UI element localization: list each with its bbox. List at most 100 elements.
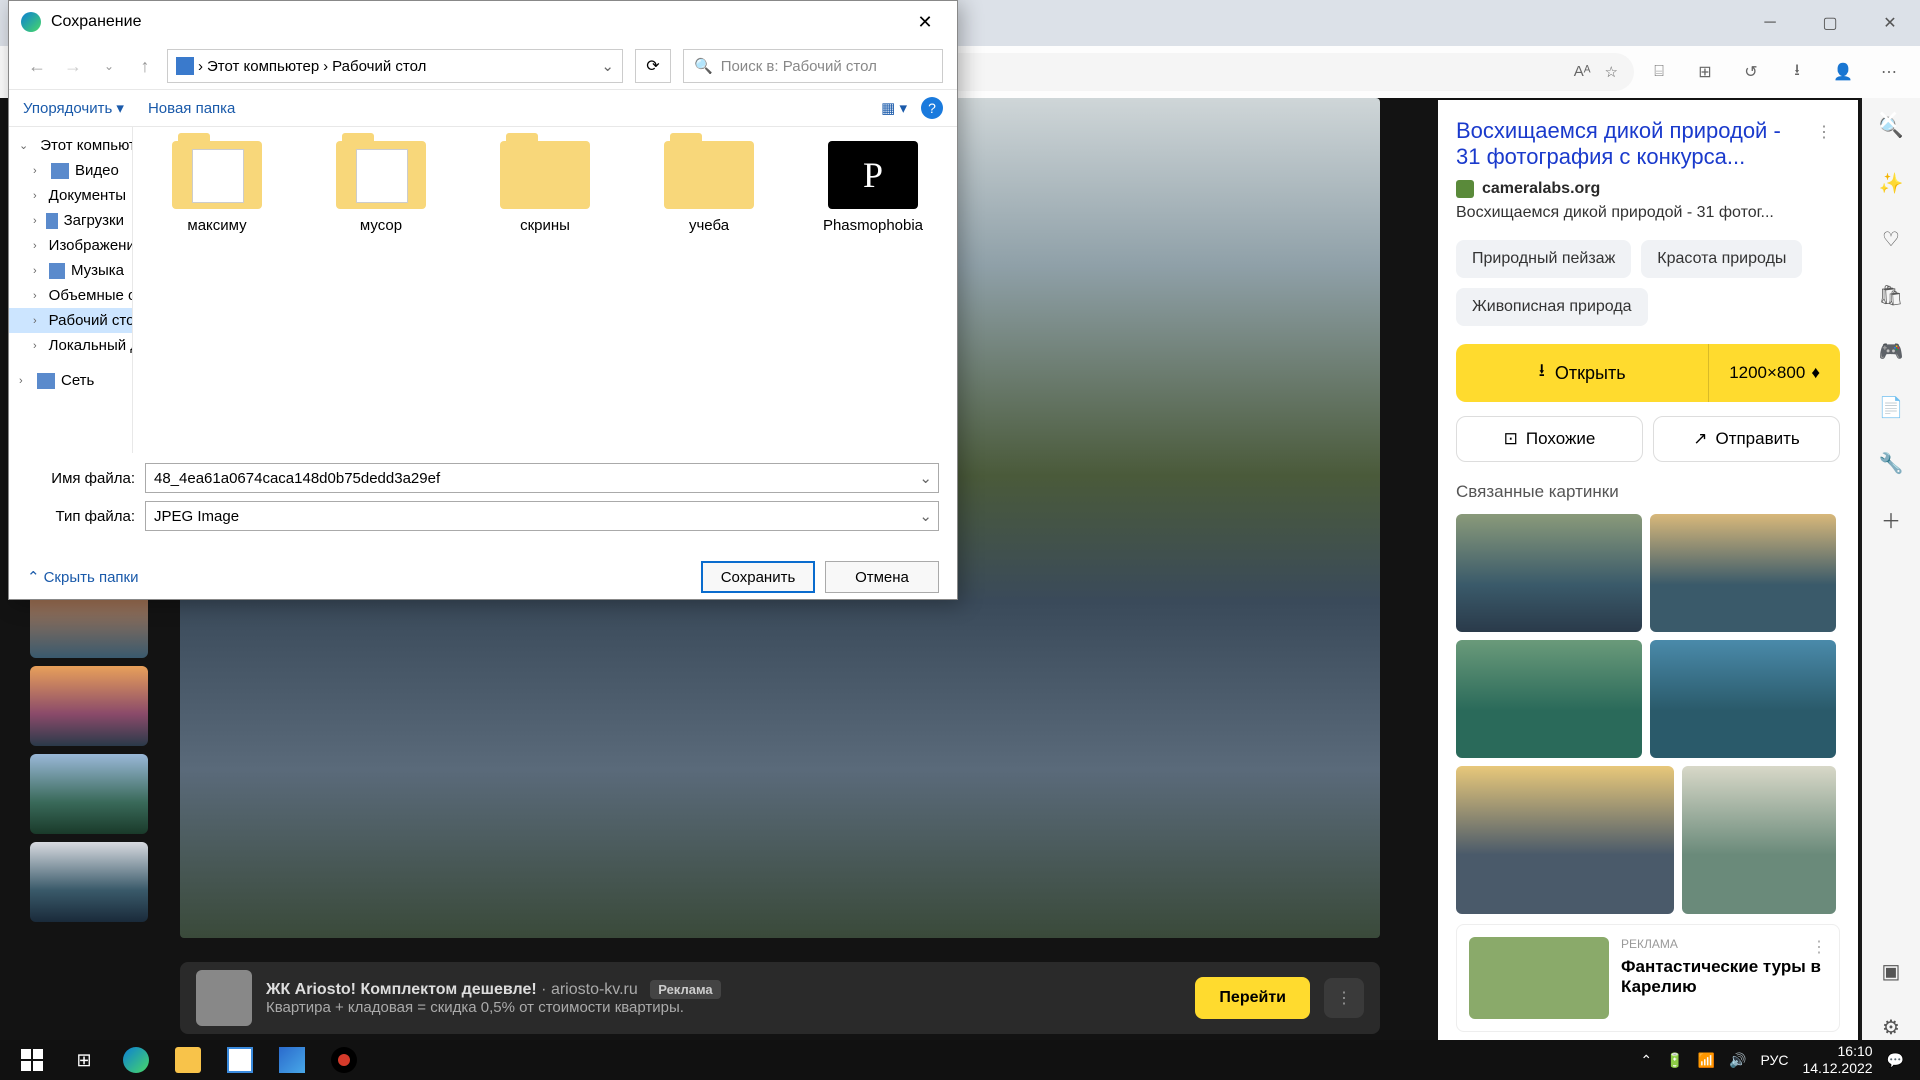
related-ad-card[interactable]: РЕКЛАМА ⋮ Фантастические туры в Карелию [1456, 924, 1840, 1032]
task-view-button[interactable]: ⊞ [58, 1040, 110, 1080]
taskbar-mail[interactable] [266, 1040, 318, 1080]
similar-button[interactable]: ⊡ Похожие [1456, 416, 1643, 462]
settings-icon[interactable]: ⚙ [1878, 1014, 1904, 1040]
size-selector[interactable]: 1200×800 ♦ [1708, 344, 1840, 402]
dialog-title: Сохранение [51, 13, 141, 31]
wifi-icon[interactable]: 📶 [1698, 1052, 1715, 1069]
folder-item[interactable]: Phasmophobia [803, 141, 943, 234]
close-panel-button[interactable]: ✕ [1877, 104, 1900, 137]
image-title[interactable]: Восхищаемся дикой природой - 31 фотограф… [1456, 118, 1808, 170]
profile-button[interactable]: 👤 [1822, 51, 1864, 93]
related-heading: Связанные картинки [1456, 482, 1840, 502]
tree-item[interactable]: ›Локальный дис [9, 333, 132, 358]
next-arrow-button[interactable]: › [1440, 518, 1480, 558]
tree-item-desktop[interactable]: ›Рабочий стол [9, 308, 132, 333]
tree-item-network[interactable]: ›Сеть [9, 368, 132, 393]
ad-label: РЕКЛАМА [1621, 937, 1678, 957]
collapse-icon[interactable]: ▣ [1878, 958, 1904, 984]
share-button[interactable]: ↗ Отправить [1653, 416, 1840, 462]
filetype-select[interactable]: JPEG Image⌄ [145, 501, 939, 531]
language-indicator[interactable]: РУС [1760, 1052, 1788, 1068]
folder-item[interactable]: учеба [639, 141, 779, 234]
taskbar-store[interactable] [214, 1040, 266, 1080]
forward-button[interactable]: → [59, 52, 87, 80]
discover-icon[interactable]: ✨ [1878, 170, 1904, 196]
favorites-button[interactable]: ⌸ [1638, 51, 1680, 93]
tree-item[interactable]: ›Документы [9, 183, 132, 208]
tree-item-computer[interactable]: ⌄Этот компьютер [9, 133, 132, 158]
recent-icon[interactable]: ⌄ [95, 52, 123, 80]
add-icon[interactable]: ＋ [1878, 506, 1904, 532]
minimize-button[interactable]: ─ [1740, 0, 1800, 46]
source-link[interactable]: cameralabs.org [1456, 180, 1840, 198]
taskbar-recorder[interactable] [318, 1040, 370, 1080]
tree-item[interactable]: ›Объемные объ [9, 283, 132, 308]
hide-folders-toggle[interactable]: ⌃ Скрыть папки [27, 568, 138, 586]
thumbnail[interactable] [30, 842, 148, 922]
read-aloud-icon[interactable]: Aᴬ [1574, 63, 1591, 81]
thumbnail[interactable] [30, 666, 148, 746]
image-description: Восхищаемся дикой природой - 31 фотог... [1456, 204, 1840, 222]
tag-chip[interactable]: Живописная природа [1456, 288, 1648, 326]
ad-menu-button[interactable]: ⋮ [1324, 978, 1364, 1018]
refresh-button[interactable]: ⟳ [635, 49, 671, 83]
filename-input[interactable]: 48_4ea61a0674caca148d0b75dedd3a29ef⌄ [145, 463, 939, 493]
chevron-down-icon[interactable]: ⌄ [919, 507, 932, 525]
menu-button[interactable]: ⋯ [1868, 51, 1910, 93]
tree-item[interactable]: ›Изображения [9, 233, 132, 258]
cancel-button[interactable]: Отмена [825, 561, 939, 593]
clock[interactable]: 16:10 14.12.2022 [1802, 1043, 1872, 1077]
panel-menu-icon[interactable]: ⋮ [1808, 118, 1840, 146]
related-thumb[interactable] [1650, 514, 1836, 632]
related-thumb[interactable] [1650, 640, 1836, 758]
battery-icon[interactable]: 🔋 [1666, 1052, 1683, 1069]
taskbar-edge[interactable] [110, 1040, 162, 1080]
open-button[interactable]: ⭳ Открыть [1456, 344, 1708, 402]
search-input[interactable]: 🔍 Поиск в: Рабочий стол [683, 49, 943, 83]
games-icon[interactable]: 🎮 [1878, 338, 1904, 364]
taskbar-explorer[interactable] [162, 1040, 214, 1080]
folder-item[interactable]: мусор [311, 141, 451, 234]
related-thumb[interactable] [1456, 514, 1642, 632]
favorites-icon[interactable]: ♡ [1878, 226, 1904, 252]
folder-item[interactable]: максиму [147, 141, 287, 234]
thumbnail[interactable] [30, 754, 148, 834]
collections-button[interactable]: ⊞ [1684, 51, 1726, 93]
related-thumb[interactable] [1682, 766, 1836, 914]
close-button[interactable]: ✕ [1860, 0, 1920, 46]
chevron-down-icon[interactable]: ⌄ [919, 469, 932, 487]
organize-menu[interactable]: Упорядочить ▾ [23, 99, 124, 117]
back-button[interactable]: ← [23, 52, 51, 80]
downloads-button[interactable]: ⭳ [1776, 51, 1818, 93]
chevron-down-icon[interactable]: ⌄ [601, 57, 614, 75]
start-button[interactable] [6, 1040, 58, 1080]
tools-icon[interactable]: 🔧 [1878, 450, 1904, 476]
ad-menu-icon[interactable]: ⋮ [1811, 937, 1827, 957]
maximize-button[interactable]: ▢ [1800, 0, 1860, 46]
help-button[interactable]: ? [921, 97, 943, 119]
tag-chip[interactable]: Красота природы [1641, 240, 1802, 278]
related-thumb[interactable] [1456, 766, 1674, 914]
office-icon[interactable]: 📄 [1878, 394, 1904, 420]
tag-chip[interactable]: Природный пейзаж [1456, 240, 1631, 278]
tree-item[interactable]: ›Музыка [9, 258, 132, 283]
notifications-icon[interactable]: 💬 [1887, 1052, 1904, 1069]
close-button[interactable]: ✕ [905, 2, 945, 42]
history-button[interactable]: ↺ [1730, 51, 1772, 93]
related-thumb[interactable] [1456, 640, 1642, 758]
new-folder-button[interactable]: Новая папка [148, 100, 235, 117]
save-button[interactable]: Сохранить [701, 561, 815, 593]
ad-cta-button[interactable]: Перейти [1195, 977, 1310, 1019]
breadcrumb-bar[interactable]: › Этот компьютер › Рабочий стол ⌄ [167, 49, 623, 83]
favorite-icon[interactable]: ☆ [1605, 63, 1618, 81]
folder-item[interactable]: скрины [475, 141, 615, 234]
tree-item[interactable]: ›Загрузки [9, 208, 132, 233]
tray-expand-icon[interactable]: ⌃ [1640, 1052, 1652, 1069]
view-mode-button[interactable]: ▦ ▾ [881, 99, 907, 117]
ad-image [1469, 937, 1609, 1019]
up-button[interactable]: ↑ [131, 52, 159, 80]
tree-item[interactable]: ›Видео [9, 158, 132, 183]
edge-icon [21, 12, 41, 32]
shopping-icon[interactable]: 🛍 [1878, 282, 1904, 308]
sound-icon[interactable]: 🔊 [1729, 1052, 1746, 1069]
